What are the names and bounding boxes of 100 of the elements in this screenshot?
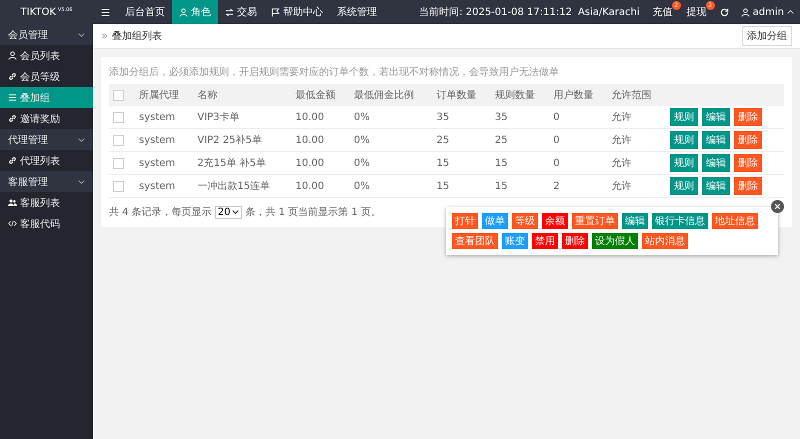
timezone-label: Asia/Karachi — [578, 6, 640, 18]
column-header: 允许范围 — [608, 84, 666, 106]
refresh-icon[interactable] — [720, 8, 729, 16]
checkbox[interactable] — [113, 180, 124, 192]
table-cell: 0% — [350, 152, 433, 174]
current-time: 当前时间: 2025-01-08 17:11:12 — [419, 6, 572, 19]
checkbox[interactable] — [113, 90, 124, 100]
action-button[interactable]: 删除 — [734, 154, 762, 172]
sidebar-item[interactable]: 叠加组 — [0, 87, 93, 108]
pagination-text: 条，共 1 页当前显示第 1 页。 — [245, 206, 381, 219]
action-tag[interactable]: 设为假人 — [592, 233, 638, 249]
close-icon[interactable] — [771, 200, 784, 213]
table-cell: 15 — [432, 152, 491, 174]
table-cell: 15 — [432, 174, 491, 198]
double-chevron-icon — [101, 33, 108, 39]
table-cell: 允许 — [608, 174, 666, 198]
table-cell: 10.00 — [292, 106, 350, 128]
action-button[interactable]: 编辑 — [702, 131, 730, 149]
table-cell: 10.00 — [292, 174, 350, 198]
action-button[interactable]: 规则 — [670, 177, 698, 195]
chevron-icon — [78, 178, 85, 184]
table-cell: 允许 — [608, 106, 666, 128]
column-header: 最低金额 — [292, 84, 350, 106]
code-icon — [8, 219, 17, 228]
users-icon — [8, 198, 17, 207]
user-menu[interactable]: admin — [734, 0, 800, 24]
link-icon — [8, 72, 17, 81]
flag-icon — [271, 8, 280, 16]
column-header: 所属代理 — [135, 84, 194, 106]
sidebar-group[interactable]: 代理管理 — [0, 129, 93, 150]
checkbox[interactable] — [113, 134, 124, 146]
action-button[interactable]: 编辑 — [702, 154, 730, 172]
table-cell: 10.00 — [292, 128, 350, 152]
table-cell: 2 — [549, 174, 608, 198]
table-cell: 一冲出款15连单 — [193, 174, 292, 198]
action-button[interactable]: 规则 — [670, 154, 698, 172]
sidebar-group[interactable]: 客服管理 — [0, 171, 93, 192]
action-tag[interactable]: 等级 — [512, 213, 538, 229]
table-cell: 允许 — [608, 152, 666, 174]
table-cell: 10.00 — [292, 152, 350, 174]
table-cell: VIP3卡单 — [193, 106, 292, 128]
action-button[interactable]: 删除 — [734, 108, 762, 126]
action-button[interactable]: 删除 — [734, 177, 762, 195]
table-cell: 0% — [350, 174, 433, 198]
action-button[interactable]: 规则 — [670, 108, 698, 126]
column-header: 最低佣金比例 — [350, 84, 433, 106]
page-size-select[interactable]: 20 — [214, 206, 242, 218]
column-header: 用户数量 — [549, 84, 608, 106]
table-cell: 0 — [549, 106, 608, 128]
action-tag[interactable]: 重置订单 — [572, 213, 618, 229]
action-tag[interactable]: 查看团队 — [452, 233, 498, 249]
link-icon — [8, 156, 17, 165]
nav-tab[interactable]: 帮助中心 — [264, 0, 330, 24]
column-header: 名称 — [193, 84, 292, 106]
action-button[interactable]: 编辑 — [702, 108, 730, 126]
person-icon — [8, 51, 17, 60]
menu-icon[interactable] — [101, 8, 110, 16]
table-cell: 0 — [549, 128, 608, 152]
nav-tab[interactable]: 系统管理 — [330, 0, 384, 24]
action-button[interactable]: 规则 — [670, 131, 698, 149]
nav-tab[interactable]: 后台首页 — [118, 0, 172, 24]
pagination-text: 共 4 条记录，每页显示 — [109, 206, 212, 219]
hint-text: 添加分组后，必须添加规则，开启规则需要对应的订单个数，若出现不对称情况，会导致用户无法做单 — [109, 66, 560, 79]
action-tag[interactable]: 站内消息 — [642, 233, 688, 249]
action-tag[interactable]: 账变 — [502, 233, 528, 249]
action-tag[interactable]: 删除 — [562, 233, 588, 249]
checkbox[interactable] — [113, 112, 124, 122]
action-tag[interactable]: 做单 — [482, 213, 508, 229]
list-icon — [8, 93, 17, 102]
column-header: 规则数量 — [490, 84, 550, 106]
table-cell: 25 — [432, 128, 491, 152]
table-cell: system — [135, 106, 194, 128]
breadcrumb: 叠加组列表 — [112, 30, 162, 43]
table-cell: system — [135, 152, 194, 174]
chevron-icon — [78, 32, 85, 38]
nav-tab[interactable]: 交易 — [218, 0, 264, 24]
action-tag[interactable]: 打针 — [452, 213, 478, 229]
table-cell: system — [135, 174, 194, 198]
table-cell: 0 — [549, 152, 608, 174]
action-tag[interactable]: 地址信息 — [712, 213, 758, 229]
link-icon — [8, 114, 17, 123]
table-cell: 0% — [350, 128, 433, 152]
action-button[interactable]: 编辑 — [702, 177, 730, 195]
sidebar-group[interactable]: 会员管理 — [0, 24, 93, 45]
logo-text: TIKTOK — [20, 6, 56, 18]
action-tag[interactable]: 禁用 — [532, 233, 558, 249]
column-header: 订单数量 — [432, 84, 491, 106]
table-cell: 35 — [432, 106, 491, 128]
checkbox[interactable] — [113, 158, 124, 168]
table-cell: 2充15单 补5单 — [193, 152, 292, 174]
nav-tab[interactable]: 角色 — [172, 0, 218, 24]
action-tag[interactable]: 银行卡信息 — [652, 213, 708, 229]
action-tag[interactable]: 编辑 — [622, 213, 648, 229]
table-cell: 15 — [490, 152, 550, 174]
caret-icon — [787, 9, 794, 15]
table-cell: 35 — [490, 106, 550, 128]
table-cell: 0% — [350, 106, 433, 128]
add-group-button[interactable]: 添加分组 — [742, 26, 792, 46]
action-button[interactable]: 删除 — [734, 131, 762, 149]
action-tag[interactable]: 余额 — [542, 213, 568, 229]
